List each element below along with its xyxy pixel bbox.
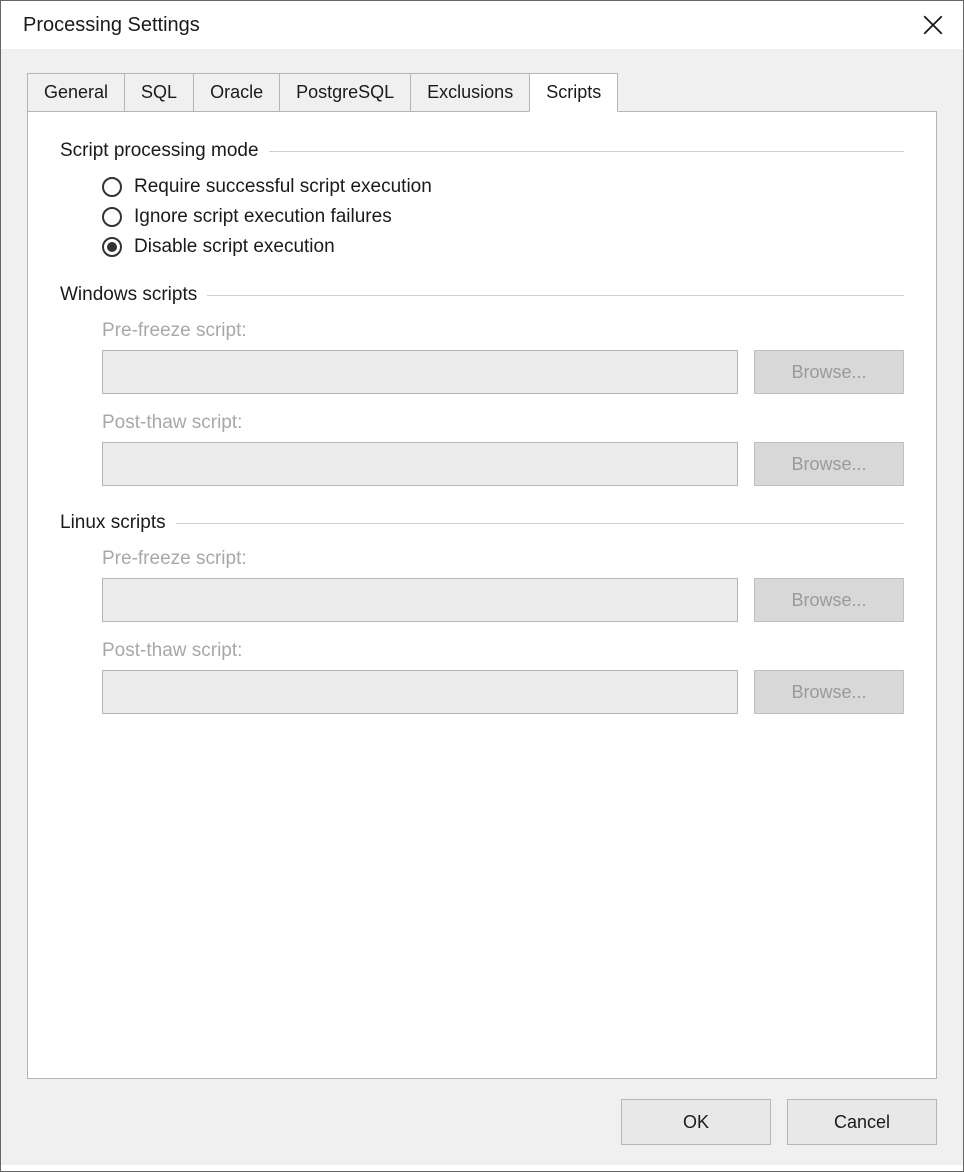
label-windows-postthaw: Post-thaw script:: [102, 412, 904, 434]
label-linux-postthaw: Post-thaw script:: [102, 640, 904, 662]
browse-linux-postthaw-button[interactable]: Browse...: [754, 670, 904, 714]
input-windows-postthaw[interactable]: [102, 442, 738, 486]
group-divider: [207, 295, 904, 296]
input-windows-prefreeze[interactable]: [102, 350, 738, 394]
close-button[interactable]: [919, 11, 947, 39]
radio-icon: [102, 177, 122, 197]
tab-sql[interactable]: SQL: [124, 73, 194, 111]
browse-linux-prefreeze-button[interactable]: Browse...: [754, 578, 904, 622]
close-icon: [923, 15, 943, 35]
group-windows-scripts: Windows scripts Pre-freeze script: Brows…: [60, 284, 904, 486]
group-divider: [176, 523, 904, 524]
group-title-windows: Windows scripts: [60, 284, 207, 306]
group-title-mode: Script processing mode: [60, 140, 269, 162]
radio-ignore-failures[interactable]: Ignore script execution failures: [102, 206, 904, 228]
cancel-button[interactable]: Cancel: [787, 1099, 937, 1145]
ok-button[interactable]: OK: [621, 1099, 771, 1145]
radio-label: Ignore script execution failures: [134, 206, 392, 228]
group-script-mode: Script processing mode Require successfu…: [60, 140, 904, 258]
tab-strip: General SQL Oracle PostgreSQL Exclusions…: [27, 73, 937, 111]
radio-label: Require successful script execution: [134, 176, 432, 198]
tab-scripts[interactable]: Scripts: [529, 73, 618, 112]
dialog-footer: OK Cancel: [27, 1079, 937, 1145]
tab-exclusions[interactable]: Exclusions: [410, 73, 530, 111]
label-linux-prefreeze: Pre-freeze script:: [102, 548, 904, 570]
radio-disable-execution[interactable]: Disable script execution: [102, 236, 904, 258]
group-title-linux: Linux scripts: [60, 512, 176, 534]
radio-icon: [102, 207, 122, 227]
browse-windows-prefreeze-button[interactable]: Browse...: [754, 350, 904, 394]
input-linux-prefreeze[interactable]: [102, 578, 738, 622]
dialog-body: General SQL Oracle PostgreSQL Exclusions…: [1, 49, 963, 1165]
radio-icon: [102, 237, 122, 257]
group-divider: [269, 151, 904, 152]
group-linux-scripts: Linux scripts Pre-freeze script: Browse.…: [60, 512, 904, 714]
tab-postgresql[interactable]: PostgreSQL: [279, 73, 411, 111]
browse-windows-postthaw-button[interactable]: Browse...: [754, 442, 904, 486]
tab-panel-scripts: Script processing mode Require successfu…: [27, 111, 937, 1079]
input-linux-postthaw[interactable]: [102, 670, 738, 714]
tab-general[interactable]: General: [27, 73, 125, 111]
tab-oracle[interactable]: Oracle: [193, 73, 280, 111]
titlebar: Processing Settings: [1, 1, 963, 49]
radio-require-success[interactable]: Require successful script execution: [102, 176, 904, 198]
label-windows-prefreeze: Pre-freeze script:: [102, 320, 904, 342]
window-title: Processing Settings: [23, 14, 200, 37]
radio-label: Disable script execution: [134, 236, 335, 258]
